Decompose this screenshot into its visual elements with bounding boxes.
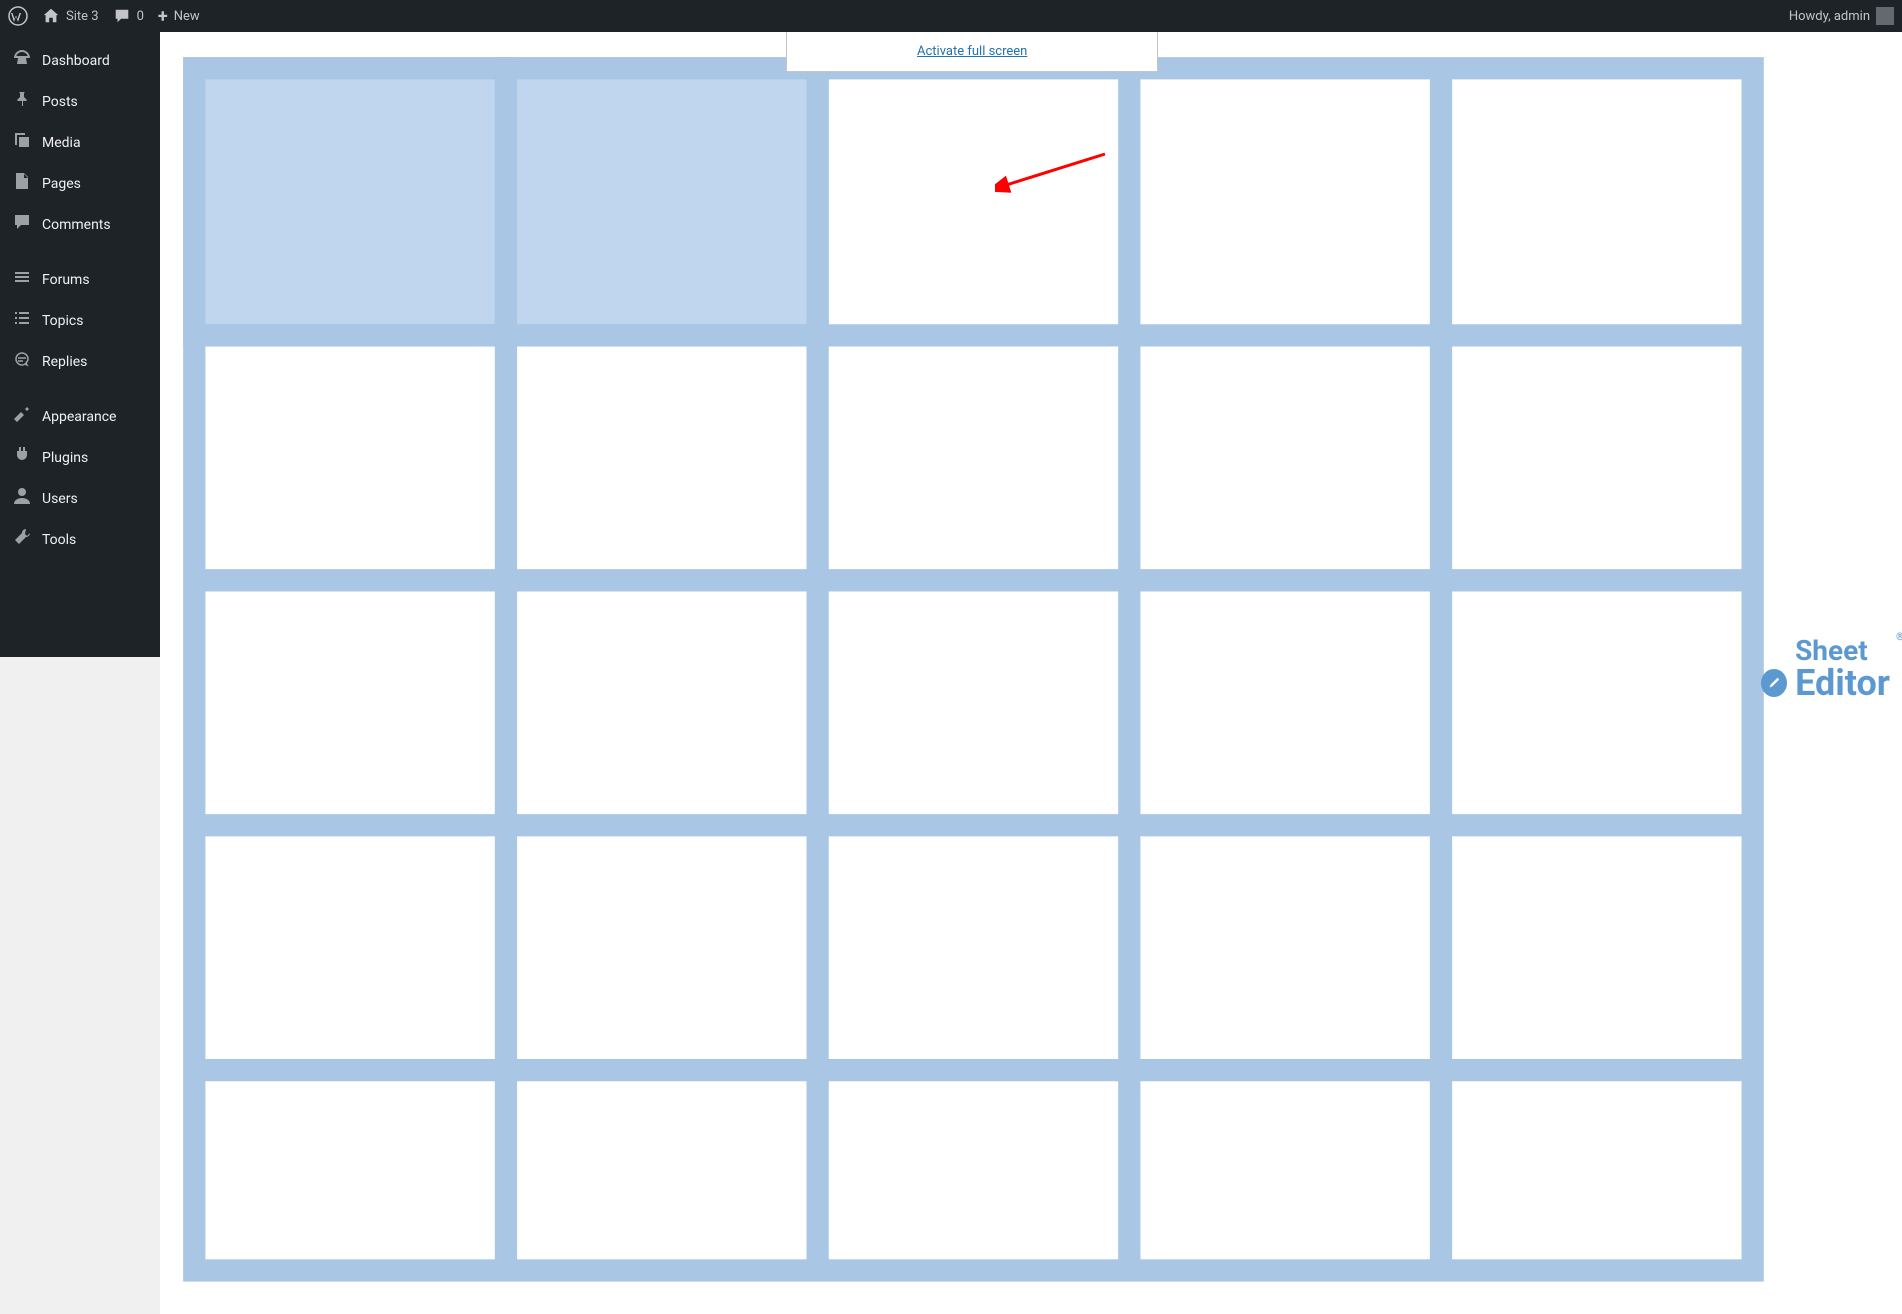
media-icon: [12, 130, 32, 155]
sheet-icon: [172, 46, 1775, 1293]
sidebar-item-appearance[interactable]: Appearance: [0, 396, 160, 437]
site-name-link[interactable]: Site 3: [42, 7, 99, 25]
sidebar-item-forums[interactable]: Forums: [0, 259, 160, 300]
new-label: New: [174, 9, 200, 24]
activate-fullscreen-link[interactable]: Activate full screen: [917, 44, 1027, 59]
toolbar-links: SettingsHelpExtensionsGlobal sortMy lice…: [160, 1297, 1902, 1314]
sidebar-item-label: Pages: [42, 176, 81, 192]
topics-icon: [12, 308, 32, 333]
sidebar-item-label: Media: [42, 135, 81, 151]
sidebar-item-label: Topics: [42, 313, 83, 329]
logo-line2: Editor: [1795, 665, 1890, 701]
sidebar-item-posts[interactable]: Posts: [0, 81, 160, 122]
howdy-link[interactable]: Howdy, admin: [1789, 7, 1894, 25]
sidebar-item-users[interactable]: Users: [0, 478, 160, 519]
admin-sidebar: Dashboard Posts Media Pages Comments Forums To…: [0, 32, 160, 657]
sidebar-item-label: Dashboard: [42, 53, 110, 69]
avatar-icon: [1876, 7, 1894, 25]
wp-logo[interactable]: [8, 6, 28, 26]
sidebar-item-replies[interactable]: Replies: [0, 341, 160, 382]
sidebar-item-topics[interactable]: Topics: [0, 300, 160, 341]
sidebar-item-label: Comments: [42, 217, 111, 233]
user-icon: [12, 486, 32, 511]
sidebar-item-label: Users: [42, 491, 78, 507]
pencil-icon: [1761, 669, 1787, 697]
plugin-icon: [12, 445, 32, 470]
logo-line1: Sheet®: [1795, 637, 1890, 665]
site-name: Site 3: [66, 9, 99, 24]
main-content: Activate full screen Sheet® Editor Setti…: [160, 32, 1902, 1314]
sidebar-item-plugins[interactable]: Plugins: [0, 437, 160, 478]
sidebar-item-label: Tools: [42, 532, 76, 548]
sidebar-item-media[interactable]: Media: [0, 122, 160, 163]
replies-icon: [12, 349, 32, 374]
new-link[interactable]: + New: [158, 6, 200, 27]
sidebar-item-dashboard[interactable]: Dashboard: [0, 40, 160, 81]
sidebar-item-label: Posts: [42, 94, 78, 110]
sidebar-item-tools[interactable]: Tools: [0, 519, 160, 560]
forums-icon: [12, 267, 32, 292]
page-icon: [12, 171, 32, 196]
sidebar-item-label: Replies: [42, 354, 87, 370]
comments-link[interactable]: 0: [113, 7, 144, 25]
tools-icon: [12, 527, 32, 552]
fullscreen-box: Activate full screen: [786, 32, 1158, 72]
howdy-text: Howdy, admin: [1789, 9, 1870, 24]
admin-bar: Site 3 0 + New Howdy, admin: [0, 0, 1902, 32]
appearance-icon: [12, 404, 32, 429]
sidebar-item-comments[interactable]: Comments: [0, 204, 160, 245]
logo: Sheet® Editor: [160, 32, 1902, 1297]
sidebar-item-label: Appearance: [42, 409, 116, 425]
comment-icon: [12, 212, 32, 237]
sidebar-item-pages[interactable]: Pages: [0, 163, 160, 204]
comments-count: 0: [137, 9, 144, 24]
sidebar-item-label: Plugins: [42, 450, 88, 466]
dashboard-icon: [12, 48, 32, 73]
pin-icon: [12, 89, 32, 114]
sidebar-item-label: Forums: [42, 272, 90, 288]
